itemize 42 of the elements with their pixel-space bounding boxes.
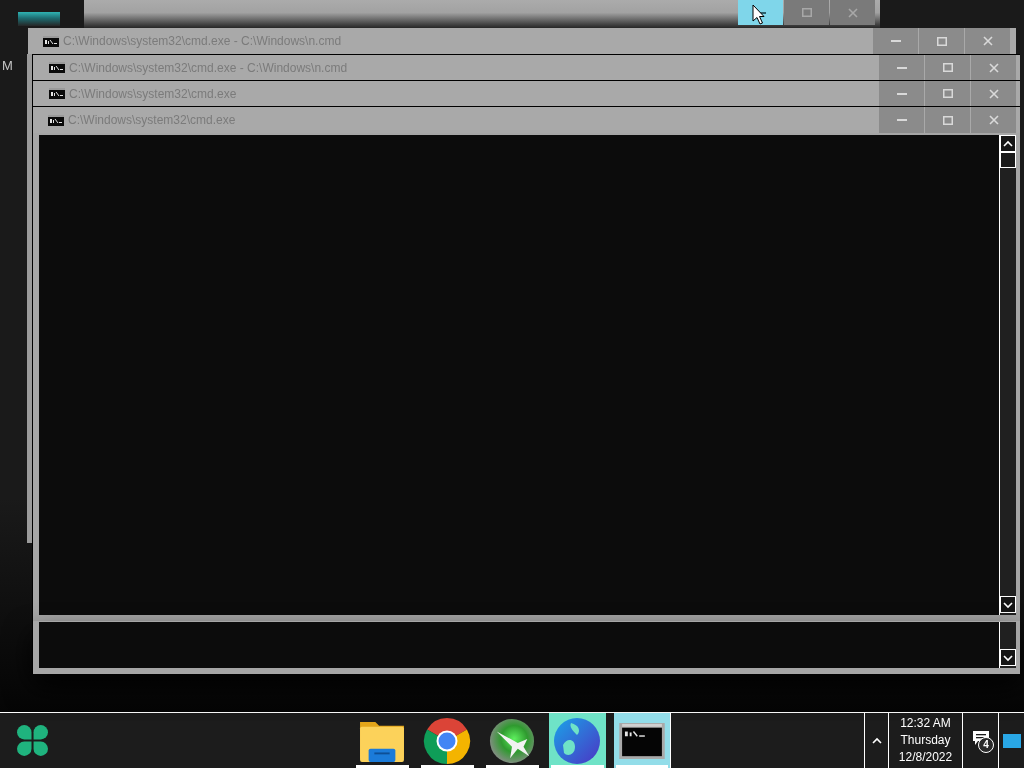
close-icon	[847, 7, 858, 18]
maximize-icon	[942, 89, 953, 98]
desktop-shortcut-icon[interactable]	[18, 12, 60, 26]
terminal-app-button[interactable]	[613, 713, 671, 768]
browser-icon	[423, 716, 471, 765]
chevron-down-icon	[1003, 653, 1013, 662]
desktop-icon-label[interactable]: M	[2, 58, 13, 73]
mouse-pointer-icon	[752, 4, 765, 25]
console-icon	[48, 114, 64, 126]
desktop-tile-icon	[1002, 733, 1021, 748]
terminal-icon	[618, 722, 665, 759]
folder-icon	[359, 719, 405, 762]
sphere-icon	[553, 716, 601, 765]
chevron-up-icon	[1003, 139, 1013, 148]
console-icon	[49, 88, 65, 99]
scroll-down-button[interactable]	[1000, 596, 1016, 613]
minimize-icon	[896, 119, 907, 121]
minimize-icon	[890, 40, 901, 42]
sphere-app-button[interactable]	[548, 713, 606, 768]
scrollbar-thumb[interactable]	[1000, 152, 1016, 168]
notification-badge: 4	[978, 737, 994, 753]
close-icon	[988, 88, 999, 99]
clover-icon	[15, 724, 49, 757]
maximize-icon	[936, 36, 947, 46]
minimize-icon	[896, 92, 907, 95]
maximize-icon	[942, 63, 953, 72]
maximize-icon	[942, 115, 953, 125]
chevron-up-icon	[871, 736, 882, 745]
maximize-icon	[801, 8, 812, 17]
close-icon	[988, 115, 999, 125]
close-icon	[982, 36, 993, 46]
console-icon	[49, 62, 65, 73]
clock-button[interactable]: 12:32 AM Thursday 12/8/2022	[888, 713, 962, 768]
chevron-down-icon	[1003, 600, 1013, 609]
minimize-icon	[896, 66, 907, 69]
show-desktop-button[interactable]	[998, 713, 1024, 768]
notifications-button[interactable]: 4	[962, 713, 998, 768]
close-icon	[988, 62, 999, 73]
console-icon	[43, 35, 59, 47]
jet-sphere-icon	[489, 717, 535, 764]
scroll-up-button[interactable]	[1000, 135, 1016, 152]
scroll-down-button[interactable]	[1000, 649, 1016, 666]
